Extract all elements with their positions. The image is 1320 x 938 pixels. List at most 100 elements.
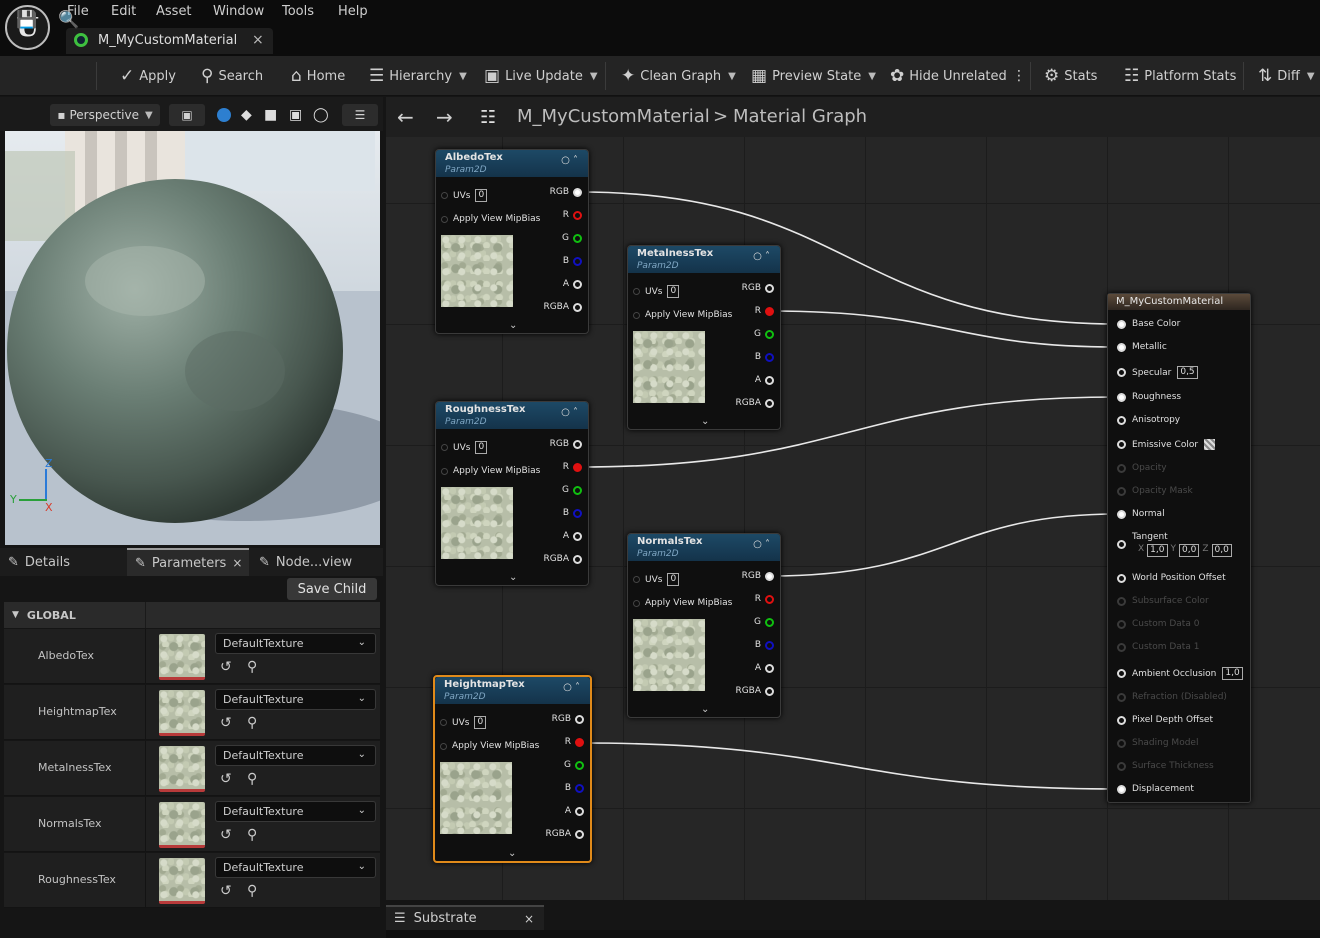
input-pin[interactable] <box>633 599 640 607</box>
input-pin[interactable] <box>1117 342 1126 352</box>
chevron-down-icon[interactable]: ⌄ <box>508 848 516 859</box>
collapse-node-icon[interactable]: ○ ˄ <box>753 539 770 550</box>
output-pin[interactable] <box>573 508 582 518</box>
output-pin[interactable] <box>765 329 774 339</box>
substrate-tab[interactable]: ☰ Substrate × <box>386 905 544 930</box>
output-pin[interactable] <box>573 302 582 312</box>
output-pin[interactable] <box>573 554 582 564</box>
output-pin[interactable] <box>765 306 774 316</box>
pin-value[interactable]: 0 <box>667 573 680 586</box>
input-pin[interactable] <box>441 467 448 475</box>
pin-value[interactable]: 0 <box>474 716 487 729</box>
output-pin[interactable] <box>573 439 582 449</box>
chevron-down-icon[interactable]: ⌄ <box>701 704 709 715</box>
pin-value[interactable]: 1,0 <box>1147 544 1168 557</box>
material-result-node[interactable]: M_MyCustomMaterial Base Color Metallic S… <box>1107 293 1251 803</box>
pin-value[interactable]: 0 <box>667 285 680 298</box>
pin-label: RGBA <box>543 554 569 564</box>
output-pin[interactable] <box>573 187 582 197</box>
output-pin[interactable] <box>575 783 584 793</box>
pin-label: UVs <box>453 190 471 201</box>
output-pin[interactable] <box>765 594 774 604</box>
collapse-node-icon[interactable]: ○ ˄ <box>561 407 578 418</box>
pin-label: Specular <box>1132 367 1172 378</box>
input-pin[interactable] <box>1117 540 1126 549</box>
output-pin[interactable] <box>765 375 774 385</box>
input-pin <box>1117 642 1126 652</box>
input-pin[interactable] <box>1117 440 1126 449</box>
input-pin[interactable] <box>1117 715 1126 725</box>
node-subtitle: Param2D <box>637 549 679 559</box>
texture-node-roughness[interactable]: RoughnessTex Param2D ○ ˄ UVs 0 Apply View… <box>435 401 589 586</box>
chevron-down-icon[interactable]: ⌄ <box>701 416 709 427</box>
output-pin[interactable] <box>575 737 584 747</box>
pin-value[interactable]: 0 <box>475 189 488 202</box>
output-pin[interactable] <box>575 829 584 839</box>
input-pin[interactable] <box>1117 392 1126 402</box>
output-pin[interactable] <box>765 571 774 581</box>
close-tab-icon[interactable]: × <box>524 912 534 926</box>
node-title: RoughnessTex <box>445 404 526 415</box>
pin-label: Roughness <box>1132 392 1182 402</box>
input-pin[interactable] <box>633 288 640 295</box>
node-subtitle: Param2D <box>637 261 679 271</box>
color-swatch[interactable] <box>1204 439 1216 450</box>
pin-value[interactable]: 0,0 <box>1211 544 1232 557</box>
output-pin[interactable] <box>765 640 774 650</box>
input-pin[interactable] <box>1117 784 1126 794</box>
input-pin[interactable] <box>1117 415 1126 425</box>
texture-node-albedo[interactable]: AlbedoTex Param2D ○ ˄ UVs 0 Apply View Mi… <box>435 149 589 334</box>
texture-node-metalness[interactable]: MetalnessTex Param2D ○ ˄ UVs 0 Apply View… <box>627 245 781 430</box>
pin-label: A <box>754 375 761 385</box>
input-pin <box>1117 738 1126 748</box>
texture-node-heightmap[interactable]: HeightmapTex Param2D ○ ˄ UVs 0 Apply View… <box>433 675 592 863</box>
chevron-down-icon[interactable]: ⌄ <box>509 320 517 331</box>
output-pin[interactable] <box>573 531 582 541</box>
output-pin[interactable] <box>575 806 584 816</box>
input-pin[interactable] <box>441 215 448 223</box>
pin-value[interactable]: 0 <box>475 441 488 454</box>
output-pin[interactable] <box>573 279 582 289</box>
chevron-down-icon[interactable]: ⌄ <box>509 572 517 583</box>
list-icon: ☰ <box>394 911 406 926</box>
pin-label: Metallic <box>1132 342 1167 352</box>
input-pin[interactable] <box>1117 669 1126 678</box>
input-pin[interactable] <box>441 192 448 199</box>
input-pin[interactable] <box>441 444 448 451</box>
output-pin[interactable] <box>575 714 584 724</box>
output-pin[interactable] <box>573 256 582 266</box>
output-pin[interactable] <box>765 352 774 362</box>
tangent-group: Tangent X 1,0 Y 0,0 Z 0,0 <box>1132 532 1232 557</box>
input-pin[interactable] <box>440 719 447 726</box>
node-subtitle: Param2D <box>445 417 487 427</box>
input-pin[interactable] <box>1117 573 1126 583</box>
input-pin[interactable] <box>633 576 640 583</box>
output-pin[interactable] <box>765 617 774 627</box>
collapse-node-icon[interactable]: ○ ˄ <box>561 155 578 166</box>
output-pin[interactable] <box>765 398 774 408</box>
node-title: HeightmapTex <box>444 679 525 690</box>
pin-label: RGB <box>741 283 761 293</box>
pin-value[interactable]: 1,0 <box>1222 667 1243 680</box>
pin-label: G <box>562 485 569 495</box>
output-pin[interactable] <box>765 283 774 293</box>
pin-label: R <box>564 737 571 747</box>
output-pin[interactable] <box>573 485 582 495</box>
collapse-node-icon[interactable]: ○ ˄ <box>563 682 580 693</box>
pin-value[interactable]: 0,5 <box>1177 366 1198 379</box>
output-pin[interactable] <box>575 760 584 770</box>
input-pin[interactable] <box>440 742 447 750</box>
input-pin[interactable] <box>1117 319 1126 329</box>
input-pin[interactable] <box>1117 368 1126 377</box>
collapse-node-icon[interactable]: ○ ˄ <box>753 251 770 262</box>
output-pin[interactable] <box>765 686 774 696</box>
output-pin[interactable] <box>573 210 582 220</box>
texture-node-normals[interactable]: NormalsTex Param2D ○ ˄ UVs 0 Apply View M… <box>627 533 781 718</box>
output-pin[interactable] <box>573 233 582 243</box>
input-pin[interactable] <box>633 311 640 319</box>
output-pin[interactable] <box>765 663 774 673</box>
output-pin[interactable] <box>573 462 582 472</box>
pin-label: Apply View MipBias <box>645 598 733 608</box>
pin-value[interactable]: 0,0 <box>1179 544 1200 557</box>
input-pin[interactable] <box>1117 509 1126 519</box>
